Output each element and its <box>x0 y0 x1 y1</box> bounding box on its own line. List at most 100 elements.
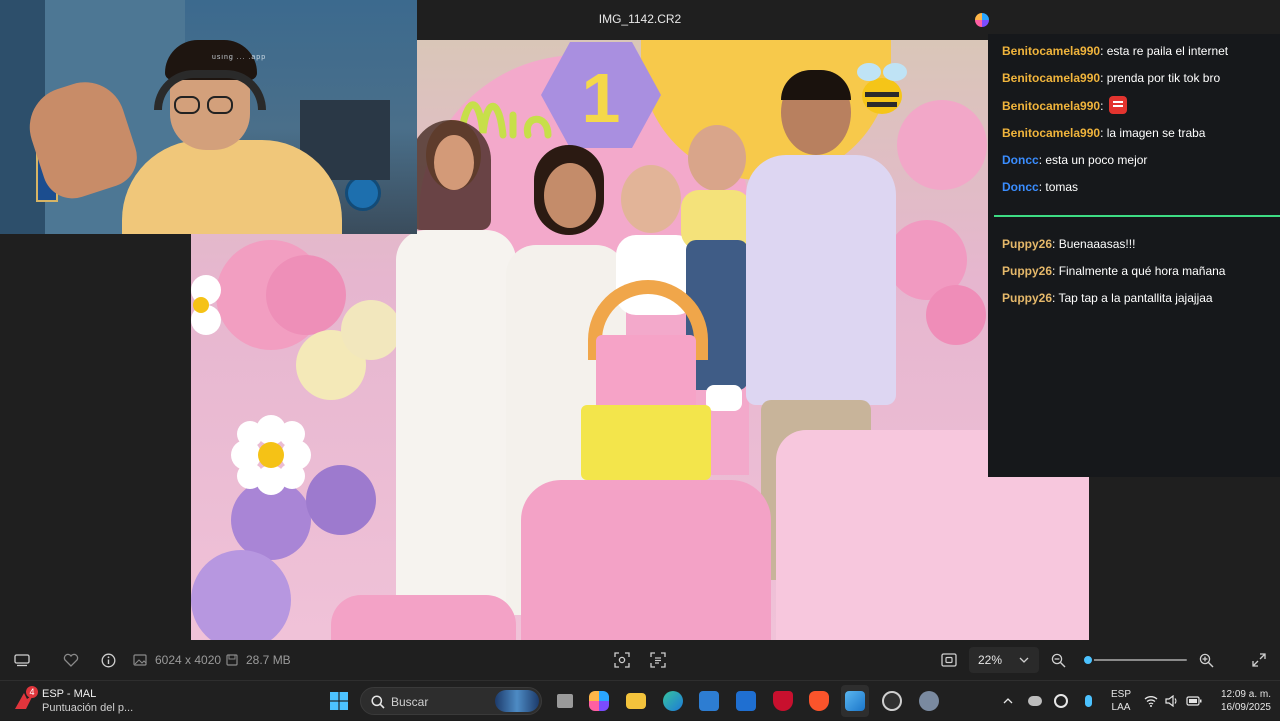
mcafee-button[interactable] <box>771 681 795 721</box>
file-size: 28.7 MB <box>246 653 291 667</box>
chat-text: Finalmente a qué hora mañana <box>1058 264 1226 278</box>
obs-button[interactable] <box>880 681 904 721</box>
chat-username: Doncc <box>1002 180 1039 194</box>
filmstrip-icon <box>14 654 30 667</box>
stream-chat-overlay: Benitocamela990: esta re paila el intern… <box>988 34 1280 477</box>
store-icon <box>699 691 719 711</box>
chat-username: Puppy26 <box>1002 291 1053 305</box>
task-view-button[interactable] <box>553 681 577 721</box>
chat-message: Puppy26: Buenaaasas!!! <box>1002 237 1135 251</box>
chat-username: Benitocamela990 <box>1002 44 1101 58</box>
notification-badge: 4 <box>26 686 38 698</box>
chat-username: Puppy26 <box>1002 237 1053 251</box>
chat-text: Tap tap a la pantallita jajajjaa <box>1058 291 1213 305</box>
brave-button[interactable] <box>807 681 831 721</box>
filmstrip-button[interactable] <box>10 640 34 680</box>
chat-message: Doncc: esta un poco mejor <box>1002 153 1147 167</box>
task-view-icon <box>557 694 573 708</box>
photos-app-window: IMG_1142.CR2 1 using ... .app Benitocame… <box>0 0 1280 680</box>
windows-taskbar: 4 ESP - MAL Puntuación del p... Buscar E… <box>0 680 1280 720</box>
chat-username: Puppy26 <box>1002 264 1053 278</box>
chat-message: Benitocamela990: <box>1002 96 1127 114</box>
streamer <box>110 40 360 234</box>
daisy-flower-small <box>191 275 241 335</box>
file-explorer-button[interactable] <box>624 681 648 721</box>
chat-colon: : <box>1100 44 1107 58</box>
zoom-level-dropdown[interactable]: 22% <box>969 647 1039 673</box>
language-indicator[interactable]: ESP LAA <box>1106 681 1136 721</box>
photo-toolbar: 6024 x 4020 28.7 MB 22% <box>0 640 1280 680</box>
zoom-out-button[interactable] <box>1046 640 1070 680</box>
chat-text: prenda por tik tok bro <box>1106 71 1221 85</box>
copy-text-button[interactable] <box>646 640 670 680</box>
taskbar-search-box[interactable]: Buscar <box>360 687 542 715</box>
edge-button[interactable] <box>661 681 685 721</box>
side-table <box>331 595 516 640</box>
image-icon <box>133 654 147 666</box>
storage-icon <box>226 654 238 666</box>
photos-icon <box>845 691 865 711</box>
visual-search-button[interactable] <box>610 640 634 680</box>
battery-icon <box>1186 696 1202 706</box>
network-volume-battery[interactable] <box>1143 681 1203 721</box>
app-notification-icon: 4 <box>12 686 38 713</box>
start-button[interactable] <box>326 681 352 721</box>
chat-text: la imagen se traba <box>1106 126 1206 140</box>
tray-app-2[interactable] <box>1052 681 1070 721</box>
tray-microphone[interactable] <box>1079 681 1097 721</box>
chat-message: Benitocamela990: la imagen se traba <box>1002 126 1205 140</box>
show-hidden-icons-button[interactable] <box>999 681 1017 721</box>
tray-cloud-icon <box>1028 696 1042 706</box>
favorite-button[interactable] <box>59 640 83 680</box>
zoom-in-button[interactable] <box>1194 640 1218 680</box>
chat-message: Benitocamela990: prenda por tik tok bro <box>1002 71 1220 85</box>
shield-icon <box>773 691 793 711</box>
settings-button[interactable] <box>917 681 941 721</box>
azure-icon <box>736 691 756 711</box>
azure-button[interactable] <box>734 681 758 721</box>
copilot-taskbar-button[interactable] <box>587 681 611 721</box>
notification-widget[interactable]: 4 ESP - MAL Puntuación del p... <box>12 681 142 721</box>
chat-message: Benitocamela990: esta re paila el intern… <box>1002 44 1228 58</box>
microphone-icon <box>1084 695 1092 707</box>
store-button[interactable] <box>697 681 721 721</box>
chat-username: Doncc <box>1002 153 1039 167</box>
tray-sync-icon <box>1054 694 1068 708</box>
chat-colon: : <box>1052 264 1059 278</box>
copilot-icon[interactable] <box>975 13 989 27</box>
chat-username: Benitocamela990 <box>1002 99 1101 113</box>
zoom-level-value: 22% <box>978 653 1003 667</box>
chat-message: Puppy26: Finalmente a qué hora mañana <box>1002 264 1225 278</box>
chat-colon: : <box>1052 237 1059 251</box>
image-dimensions: 6024 x 4020 <box>155 653 222 667</box>
zoom-slider-thumb[interactable] <box>1082 654 1095 666</box>
balloon-purple-3 <box>306 465 376 535</box>
window-title: IMG_1142.CR2 <box>598 12 682 26</box>
clock[interactable]: 12:09 a. m. 16/09/2025 <box>1207 681 1271 721</box>
daisy-flower <box>231 415 311 495</box>
search-placeholder: Buscar <box>391 695 429 709</box>
dimensions-info: 6024 x 4020 <box>133 640 223 680</box>
expand-icon <box>1252 653 1266 667</box>
chat-username: Benitocamela990 <box>1002 126 1101 140</box>
gear-icon <box>919 691 939 711</box>
file-info-button[interactable] <box>96 640 120 680</box>
search-icon <box>371 695 385 709</box>
volume-icon <box>1165 695 1177 707</box>
bee-decoration <box>857 63 907 114</box>
angry-face-emote <box>1108 96 1127 114</box>
photos-taskbar-button[interactable] <box>841 685 869 717</box>
balloon-pink-left-2 <box>266 255 346 335</box>
chat-text: esta un poco mejor <box>1045 153 1148 167</box>
chevron-up-icon <box>1003 698 1013 704</box>
zoom-slider[interactable] <box>1082 654 1187 666</box>
fullscreen-button[interactable] <box>1247 640 1271 680</box>
language-line-1: ESP <box>1110 689 1131 700</box>
notification-title: ESP - MAL <box>42 688 97 700</box>
chat-message: Doncc: tomas <box>1002 180 1078 194</box>
clock-date: 16/09/2025 <box>1220 702 1271 713</box>
fit-to-window-button[interactable] <box>937 640 961 680</box>
visual-search-icon <box>614 652 630 668</box>
folder-icon <box>626 693 646 709</box>
tray-app-1[interactable] <box>1026 681 1044 721</box>
